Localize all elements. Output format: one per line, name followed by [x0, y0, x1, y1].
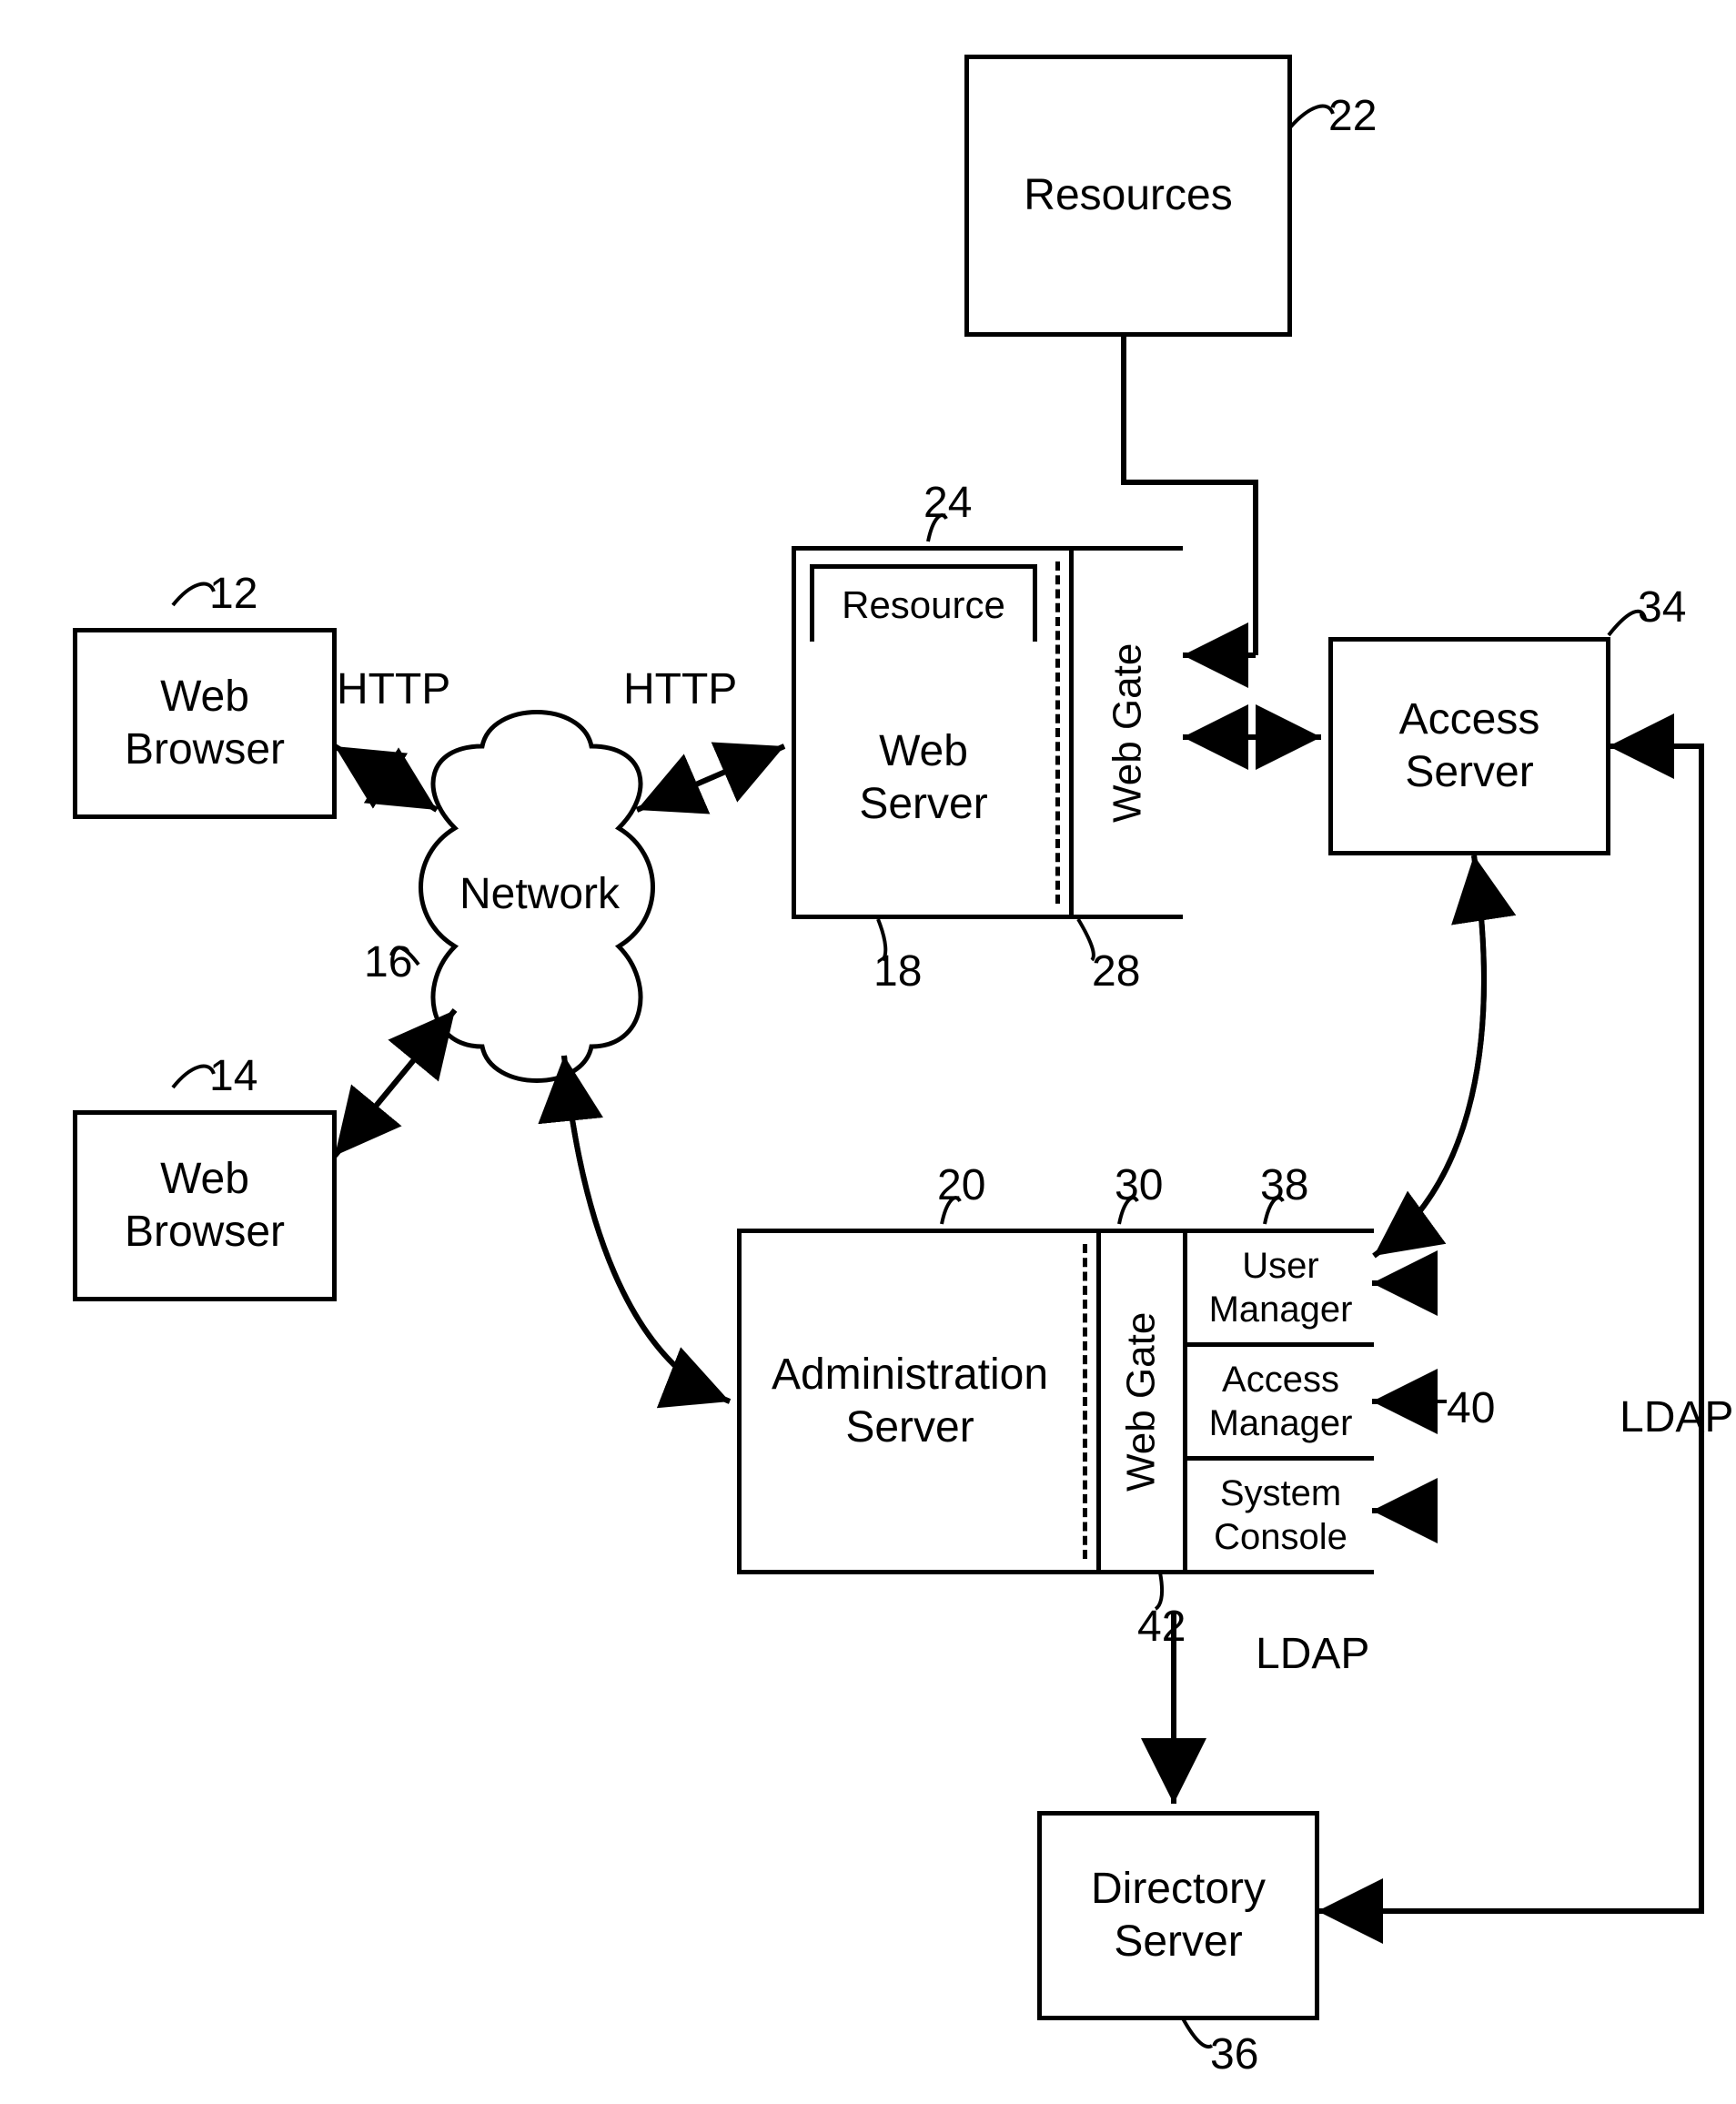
web-server-webgate-dash	[1055, 561, 1060, 904]
ref-42: 42	[1137, 1602, 1186, 1652]
ref-30: 30	[1115, 1160, 1163, 1210]
ref-28: 28	[1092, 946, 1140, 996]
web-server-webgate: Web Gate	[1069, 551, 1183, 915]
admin-server-label-wrap: Administration Server	[742, 1233, 1078, 1570]
edge-http2: HTTP	[623, 664, 737, 714]
ref-34: 34	[1638, 582, 1686, 632]
ref-14: 14	[209, 1051, 257, 1101]
access-server-label: Access Server	[1399, 693, 1540, 798]
admin-webgate-dash	[1083, 1244, 1087, 1559]
system-console-cell: System Console	[1187, 1461, 1374, 1570]
ref-38: 38	[1260, 1160, 1308, 1210]
ref-36: 36	[1210, 2029, 1258, 2079]
ref-16: 16	[364, 937, 412, 987]
edge-ldap1: LDAP	[1256, 1629, 1369, 1679]
user-manager-cell: User Manager	[1187, 1233, 1374, 1347]
web-server-label: Web Server	[859, 725, 987, 830]
admin-server-node: Administration Server Web Gate User Mana…	[737, 1229, 1374, 1574]
web-browser-2-node: Web Browser	[73, 1110, 337, 1301]
ref-20: 20	[937, 1160, 985, 1210]
resources-label: Resources	[1024, 169, 1232, 222]
ref-12: 12	[209, 569, 257, 619]
access-server-node: Access Server	[1328, 637, 1610, 855]
web-server-inner-resource: Resource	[810, 564, 1037, 646]
edge-ldap2: LDAP	[1620, 1392, 1733, 1442]
admin-webgate: Web Gate	[1096, 1233, 1183, 1570]
ref-40: 40	[1447, 1383, 1495, 1433]
ref-24: 24	[924, 478, 972, 528]
admin-managers-stack: User Manager Access Manager System Conso…	[1183, 1233, 1374, 1570]
ref-22: 22	[1328, 91, 1377, 141]
web-browser-2-label: Web Browser	[125, 1153, 285, 1258]
directory-server-label: Directory Server	[1091, 1863, 1266, 1967]
ref-18: 18	[873, 946, 922, 996]
web-browser-1-node: Web Browser	[73, 628, 337, 819]
architecture-diagram: Resources Web Browser Web Browser Networ…	[0, 0, 1736, 2104]
network-cloud-shape	[0, 0, 1736, 2104]
edge-http1: HTTP	[337, 664, 450, 714]
web-server-node: Resource Web Server Web Gate	[792, 546, 1183, 919]
connectors	[0, 0, 1736, 2104]
access-manager-cell: Access Manager	[1187, 1347, 1374, 1461]
directory-server-node: Directory Server	[1037, 1811, 1319, 2020]
network-label: Network	[444, 869, 635, 919]
web-server-label-wrap: Web Server	[796, 642, 1051, 915]
resources-node: Resources	[964, 55, 1292, 337]
web-browser-1-label: Web Browser	[125, 671, 285, 775]
admin-server-label: Administration Server	[772, 1349, 1048, 1453]
